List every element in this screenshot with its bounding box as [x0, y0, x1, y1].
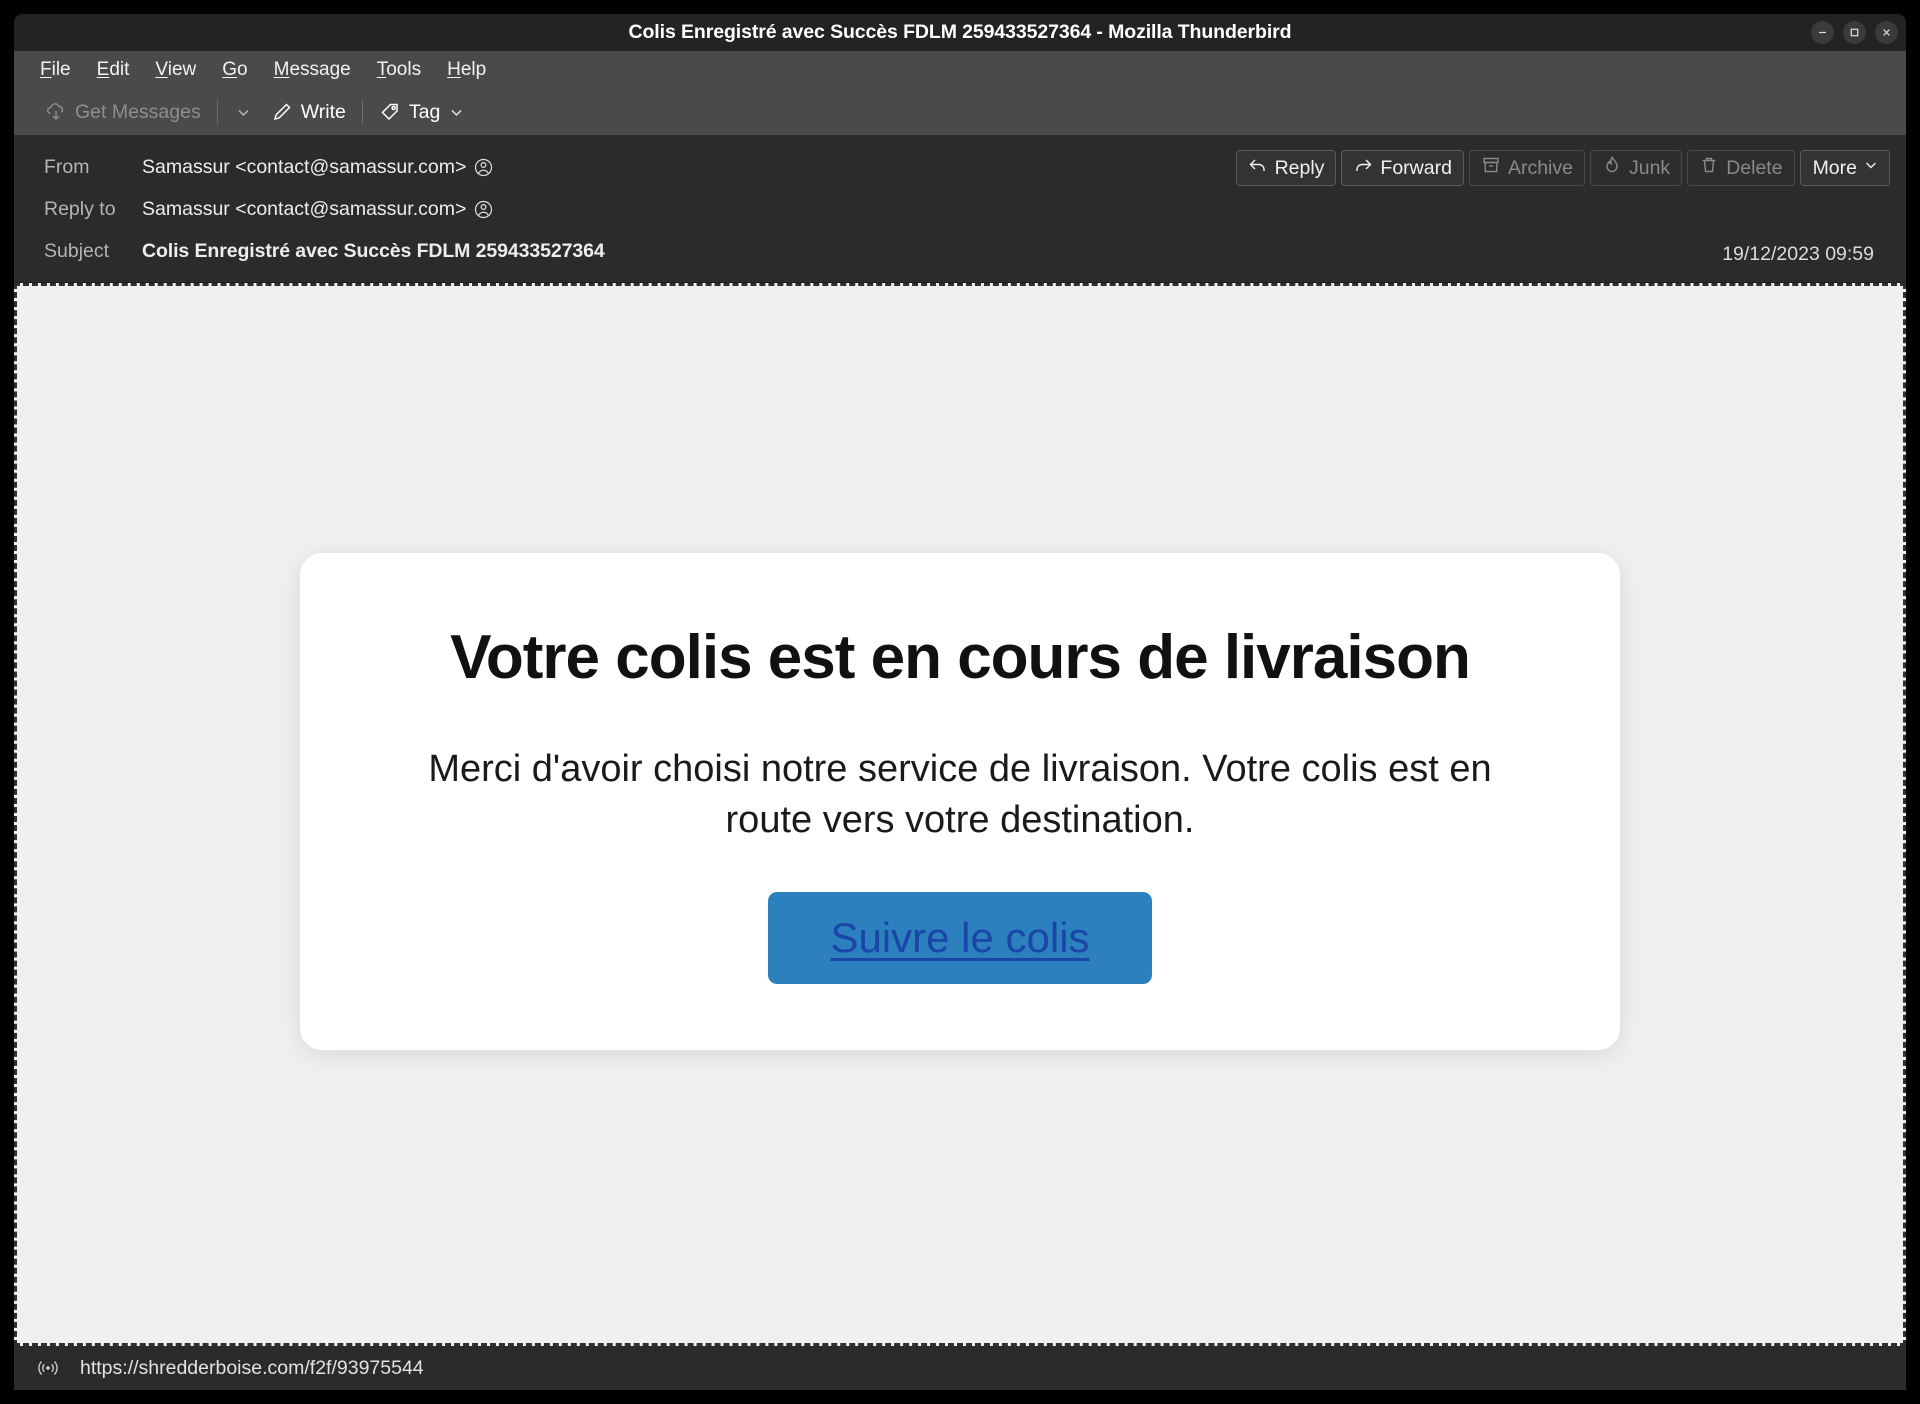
more-label: More	[1812, 156, 1857, 179]
write-label: Write	[300, 100, 346, 123]
status-url: https://shredderboise.com/f2f/93975544	[80, 1356, 424, 1379]
from-value: Samassur <contact@samassur.com>	[142, 155, 467, 178]
trash-icon	[1699, 155, 1719, 181]
menu-message[interactable]: Message	[263, 56, 362, 84]
track-parcel-button[interactable]: Suivre le colis	[768, 892, 1152, 985]
maximize-button[interactable]	[1843, 21, 1866, 44]
menu-view-label: iew	[167, 59, 197, 81]
track-parcel-link[interactable]: Suivre le colis	[830, 914, 1089, 961]
link-broadcast-icon	[36, 1358, 60, 1378]
junk-label: Junk	[1628, 156, 1671, 179]
menu-message-label: essage	[289, 59, 351, 81]
menu-help-accel: H	[447, 59, 461, 81]
flame-icon	[1602, 155, 1622, 181]
contact-avatar-icon[interactable]	[474, 200, 493, 219]
email-body: Votre colis est en cours de livraison Me…	[17, 286, 1903, 1343]
menu-edit[interactable]: Edit	[86, 56, 141, 84]
reply-to-label: Reply to	[44, 197, 116, 220]
menu-help[interactable]: Help	[436, 56, 497, 84]
get-messages-button[interactable]: Get Messages	[36, 97, 210, 128]
email-heading: Votre colis est en cours de livraison	[450, 622, 1471, 692]
archive-box-icon	[1481, 155, 1501, 181]
junk-button[interactable]: Junk	[1589, 150, 1683, 186]
delete-label: Delete	[1726, 156, 1783, 179]
main-toolbar: Get Messages Write Tag	[14, 89, 1906, 136]
get-messages-label: Get Messages	[75, 100, 201, 123]
message-date: 19/12/2023 09:59	[1722, 243, 1874, 265]
menu-tools-accel: T	[376, 59, 387, 81]
reply-arrow-icon	[1248, 155, 1268, 181]
email-card: Votre colis est en cours de livraison Me…	[300, 552, 1620, 1051]
archive-button[interactable]: Archive	[1468, 150, 1585, 186]
cloud-download-icon	[45, 101, 67, 123]
menu-file-accel: F	[40, 59, 52, 81]
message-content-pane: Votre colis est en cours de livraison Me…	[14, 283, 1906, 1346]
window-controls	[1811, 14, 1898, 51]
status-bar: https://shredderboise.com/f2f/93975544	[14, 1346, 1906, 1390]
window-title: Colis Enregistré avec Succès FDLM 259433…	[628, 21, 1292, 43]
menu-bar: File Edit View Go Message Tools Help	[14, 51, 1906, 89]
chevron-down-icon	[448, 104, 465, 121]
close-button[interactable]	[1875, 21, 1898, 44]
toolbar-divider-2	[361, 100, 363, 124]
from-value-wrap[interactable]: Samassur <contact@samassur.com>	[142, 156, 493, 179]
menu-view-accel: V	[155, 59, 168, 81]
reply-to-value: Samassur <contact@samassur.com>	[142, 197, 467, 220]
subject-label: Subject	[44, 239, 110, 262]
menu-file-label: ile	[51, 59, 71, 81]
reply-label: Reply	[1274, 156, 1325, 179]
toolbar-divider-1	[216, 100, 218, 124]
more-button[interactable]: More	[1799, 150, 1890, 186]
forward-arrow-icon	[1353, 155, 1373, 181]
forward-label: Forward	[1380, 156, 1452, 179]
menu-go-label: o	[237, 59, 248, 81]
menu-view[interactable]: View	[144, 56, 207, 84]
menu-tools[interactable]: Tools	[366, 56, 432, 84]
archive-label: Archive	[1507, 156, 1573, 179]
menu-go[interactable]: Go	[211, 56, 258, 84]
menu-tools-label: ools	[386, 59, 422, 81]
delete-button[interactable]: Delete	[1687, 150, 1795, 186]
menu-file[interactable]: File	[29, 56, 82, 84]
menu-edit-accel: E	[96, 59, 110, 81]
title-bar: Colis Enregistré avec Succès FDLM 259433…	[14, 14, 1906, 51]
subject-value: Colis Enregistré avec Succès FDLM 259433…	[142, 239, 605, 262]
tag-button[interactable]: Tag	[370, 97, 474, 128]
thunderbird-window: Colis Enregistré avec Succès FDLM 259433…	[14, 14, 1906, 1390]
menu-go-accel: G	[222, 59, 238, 81]
message-actions: Reply Forward Archive Junk Delete More	[1235, 150, 1890, 186]
reply-to-value-wrap[interactable]: Samassur <contact@samassur.com>	[142, 198, 493, 221]
message-header: Reply Forward Archive Junk Delete More F…	[14, 136, 1906, 283]
subject-row: Subject Colis Enregistré avec Succès FDL…	[14, 230, 1906, 272]
menu-edit-label: dit	[109, 59, 130, 81]
write-button[interactable]: Write	[262, 97, 355, 128]
contact-avatar-icon[interactable]	[474, 158, 493, 177]
pencil-icon	[271, 101, 293, 123]
email-paragraph: Merci d'avoir choisi notre service de li…	[428, 747, 1492, 841]
from-label: From	[44, 155, 90, 178]
reply-button[interactable]: Reply	[1235, 150, 1337, 186]
chevron-down-icon	[1862, 156, 1880, 180]
minimize-button[interactable]	[1811, 21, 1834, 44]
menu-help-label: elp	[460, 59, 487, 81]
menu-message-accel: M	[273, 59, 290, 81]
forward-button[interactable]: Forward	[1341, 150, 1464, 186]
tag-label: Tag	[408, 100, 441, 123]
get-messages-dropdown[interactable]	[225, 100, 262, 125]
reply-to-row: Reply to Samassur <contact@samassur.com>	[14, 188, 1906, 230]
tag-icon	[379, 101, 401, 123]
